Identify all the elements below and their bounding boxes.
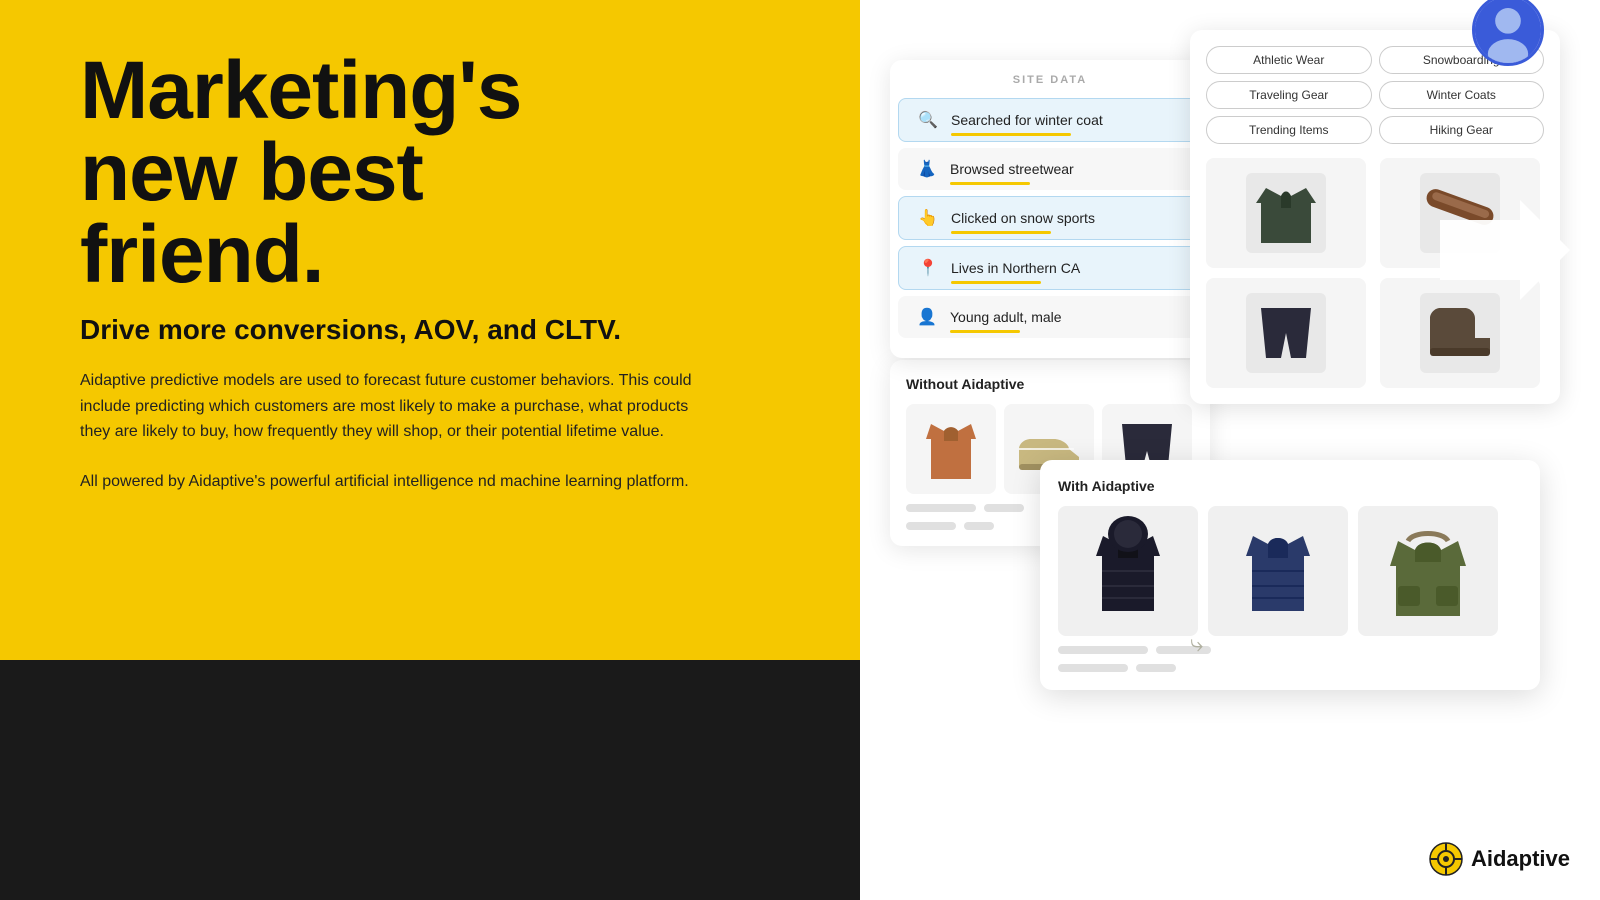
with-bar-1	[1058, 646, 1148, 654]
with-bar-row-2	[1058, 664, 1522, 672]
with-aidaptive-panel: With Aidaptive	[1040, 460, 1540, 690]
sub-heading: Drive more conversions, AOV, and CLTV.	[80, 314, 800, 346]
bottom-dark-bar	[0, 660, 860, 900]
data-bar-3	[951, 231, 1051, 234]
site-data-row-2: 👗 Browsed streetwear	[898, 148, 1202, 190]
dotted-arrow-icon: ⤷	[1190, 630, 1203, 658]
product-card-1	[1206, 158, 1366, 268]
logo-text: Aidaptive	[1471, 846, 1570, 872]
right-panel: SITE DATA 🔍 Searched for winter coat 👗 B…	[860, 0, 1600, 900]
site-data-text-3: Clicked on snow sports	[951, 210, 1095, 226]
arrow-container	[1440, 200, 1580, 310]
location-icon: 📍	[917, 257, 939, 279]
browse-icon: 👗	[916, 158, 938, 180]
avatar-image	[1475, 0, 1541, 63]
click-icon: 👆	[917, 207, 939, 229]
bar-2	[984, 504, 1024, 512]
site-data-text-2: Browsed streetwear	[950, 161, 1074, 177]
search-icon: 🔍	[917, 109, 939, 131]
with-bar-4	[1136, 664, 1176, 672]
product-card-3	[1206, 278, 1366, 388]
site-data-text-1: Searched for winter coat	[951, 112, 1103, 128]
bar-1	[906, 504, 976, 512]
with-panel-title: With Aidaptive	[1058, 478, 1522, 494]
tag-traveling-gear: Traveling Gear	[1206, 81, 1372, 109]
site-data-row-5: 👤 Young adult, male	[898, 296, 1202, 338]
data-bar-5	[950, 330, 1020, 333]
with-bar-row	[1058, 646, 1522, 654]
with-product-1	[1058, 506, 1198, 636]
tag-athletic-wear: Athletic Wear	[1206, 46, 1372, 74]
data-bar-2	[950, 182, 1030, 185]
bar-3	[906, 522, 956, 530]
bar-4	[964, 522, 994, 530]
site-data-row-1: 🔍 Searched for winter coat	[898, 98, 1202, 142]
logo-area: Aidaptive	[1429, 842, 1570, 876]
with-products	[1058, 506, 1522, 636]
left-panel: Marketing'snew bestfriend. Drive more co…	[0, 0, 860, 900]
body-text-2: All powered by Aidaptive's powerful arti…	[80, 469, 720, 495]
arrow-icon	[1440, 200, 1570, 300]
data-bar-4	[951, 281, 1041, 284]
with-product-2	[1208, 506, 1348, 636]
without-product-1	[906, 404, 996, 494]
main-heading: Marketing'snew bestfriend.	[80, 50, 800, 296]
site-data-row-4: 📍 Lives in Northern CA	[898, 246, 1202, 290]
site-data-row-3: 👆 Clicked on snow sports	[898, 196, 1202, 240]
tag-trending-items: Trending Items	[1206, 116, 1372, 144]
site-data-panel: SITE DATA 🔍 Searched for winter coat 👗 B…	[890, 60, 1210, 358]
body-text-1: Aidaptive predictive models are used to …	[80, 368, 720, 445]
site-data-text-4: Lives in Northern CA	[951, 260, 1080, 276]
without-panel-title: Without Aidaptive	[906, 376, 1194, 392]
user-icon: 👤	[916, 306, 938, 328]
tag-winter-coats: Winter Coats	[1379, 81, 1545, 109]
site-data-text-5: Young adult, male	[950, 309, 1062, 325]
with-bar-3	[1058, 664, 1128, 672]
with-product-3	[1358, 506, 1498, 636]
site-data-label: SITE DATA	[890, 74, 1210, 86]
data-bar-1	[951, 133, 1071, 136]
aidaptive-logo-icon	[1429, 842, 1463, 876]
tag-hiking-gear: Hiking Gear	[1379, 116, 1545, 144]
